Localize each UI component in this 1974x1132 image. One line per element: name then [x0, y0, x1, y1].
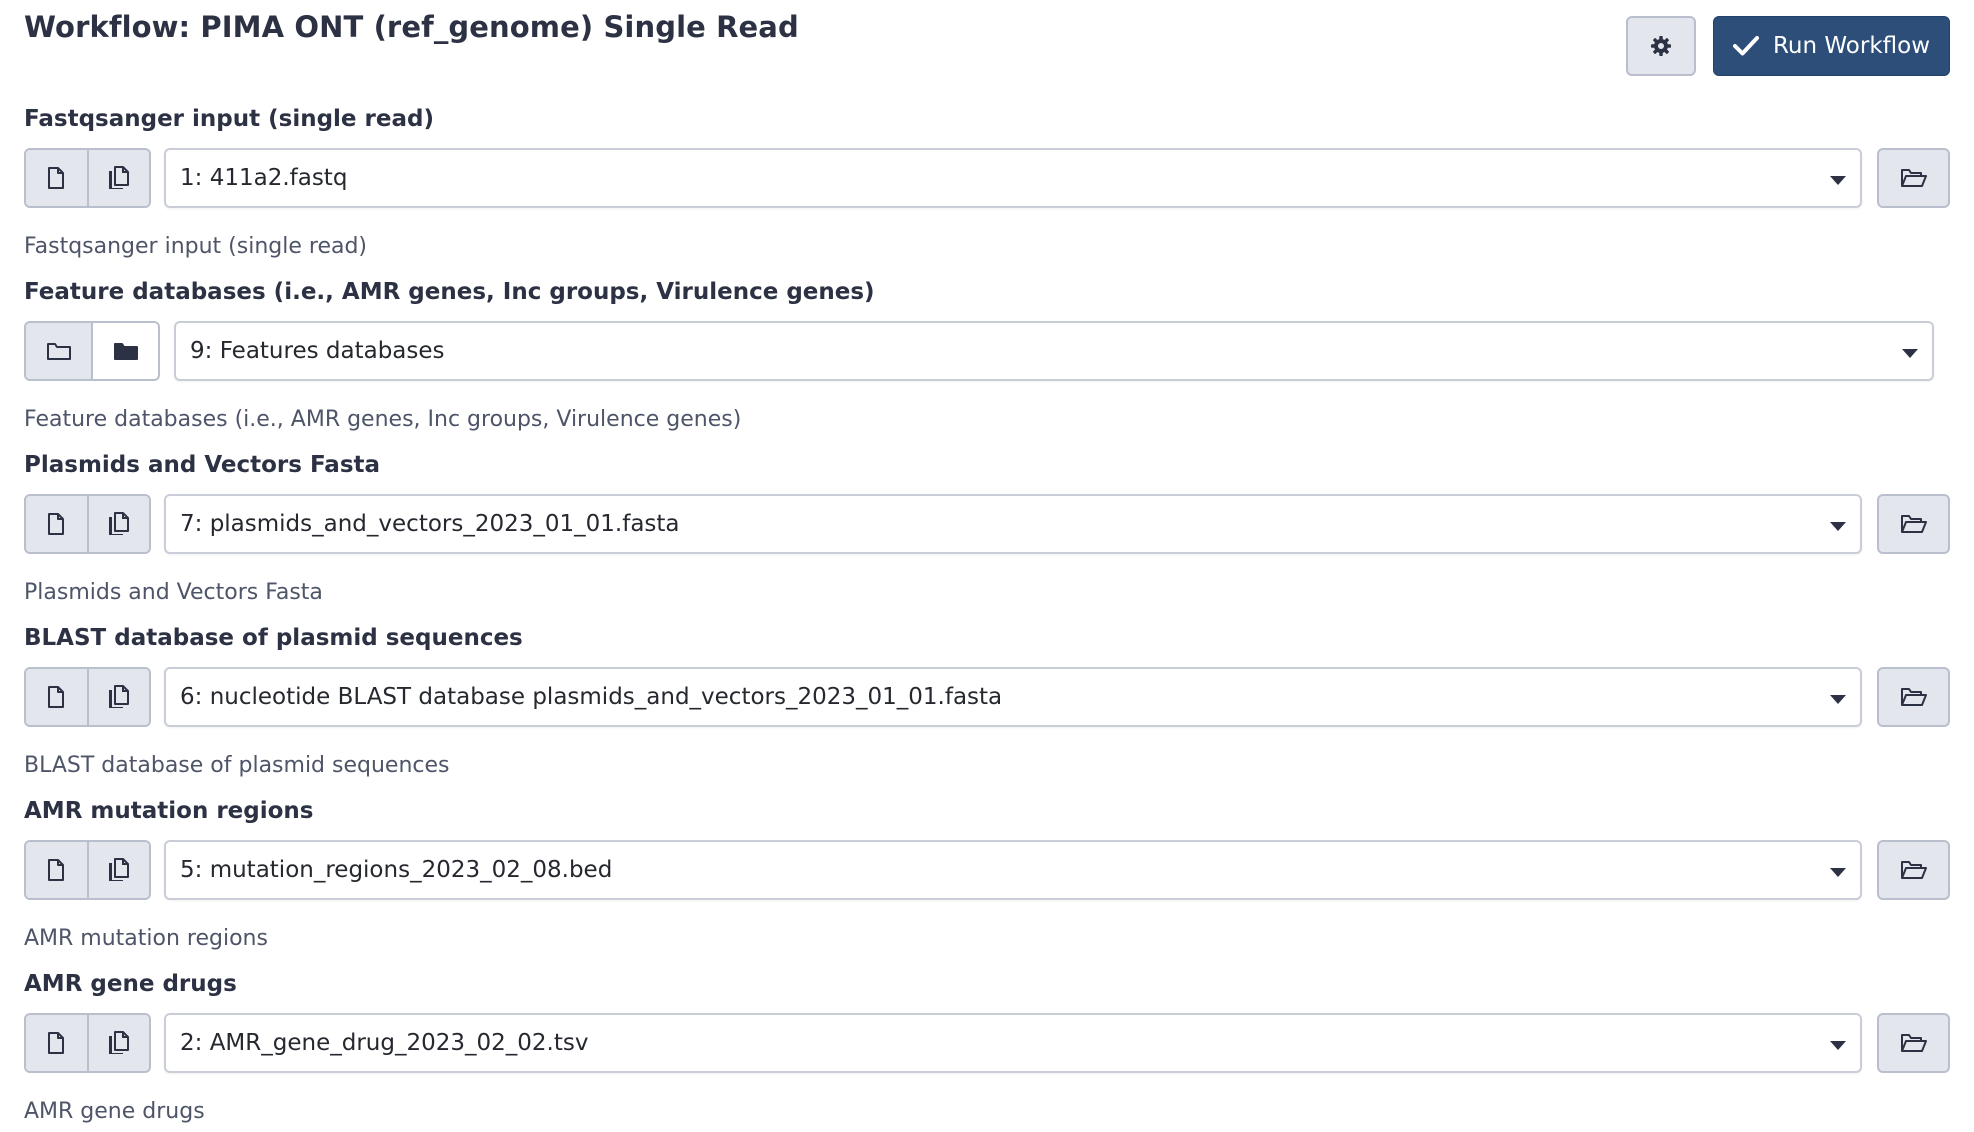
field-label: Fastqsanger input (single read) — [24, 106, 434, 132]
folder-icon — [46, 341, 72, 361]
input-mode-toggle — [24, 840, 151, 900]
dataset-select[interactable]: 6: nucleotide BLAST database plasmids_an… — [164, 667, 1862, 727]
field-help-text: AMR mutation regions — [24, 926, 268, 951]
workflow-input-field: Fastqsanger input (single read) 1: 411a2… — [24, 96, 1950, 269]
multiple-datasets-button[interactable] — [86, 150, 149, 206]
chevron-down-icon — [1830, 1041, 1846, 1050]
run-workflow-label: Run Workflow — [1772, 33, 1931, 59]
single-collection-button[interactable] — [26, 323, 91, 379]
selected-dataset: 5: mutation_regions_2023_02_08.bed — [180, 857, 613, 883]
file-icon — [47, 686, 65, 708]
browse-datasets-button[interactable] — [1877, 840, 1950, 900]
workflow-input-field: Feature databases (i.e., AMR genes, Inc … — [24, 269, 1950, 442]
field-label: AMR gene drugs — [24, 971, 237, 997]
files-icon — [108, 512, 130, 536]
dataset-select[interactable]: 1: 411a2.fastq — [164, 148, 1862, 208]
gear-icon — [1649, 34, 1673, 58]
multiple-datasets-button[interactable] — [86, 669, 149, 725]
input-mode-toggle — [24, 321, 160, 381]
multiple-datasets-button[interactable] — [86, 496, 149, 552]
folder-open-icon — [1900, 167, 1928, 189]
folder-open-icon — [1900, 686, 1928, 708]
file-icon — [47, 1032, 65, 1054]
selected-dataset: 1: 411a2.fastq — [180, 165, 348, 191]
files-icon — [108, 166, 130, 190]
multiple-collections-button[interactable] — [91, 323, 158, 379]
dataset-select[interactable]: 7: plasmids_and_vectors_2023_01_01.fasta — [164, 494, 1862, 554]
dataset-select[interactable]: 2: AMR_gene_drug_2023_02_02.tsv — [164, 1013, 1862, 1073]
selected-collection: 9: Features databases — [190, 338, 445, 364]
page-title: Workflow: PIMA ONT (ref_genome) Single R… — [24, 10, 799, 44]
workflow-input-field: AMR mutation regions 5: mutation_regions… — [24, 788, 1950, 961]
browse-datasets-button[interactable] — [1877, 494, 1950, 554]
field-label: AMR mutation regions — [24, 798, 314, 824]
collection-select[interactable]: 9: Features databases — [174, 321, 1934, 381]
single-dataset-button[interactable] — [26, 669, 87, 725]
browse-datasets-button[interactable] — [1877, 148, 1950, 208]
multiple-datasets-button[interactable] — [86, 842, 149, 898]
selected-dataset: 2: AMR_gene_drug_2023_02_02.tsv — [180, 1030, 589, 1056]
file-icon — [47, 167, 65, 189]
browse-datasets-button[interactable] — [1877, 667, 1950, 727]
folder-open-icon — [1900, 859, 1928, 881]
single-dataset-button[interactable] — [26, 150, 87, 206]
dataset-select[interactable]: 5: mutation_regions_2023_02_08.bed — [164, 840, 1862, 900]
multiple-datasets-button[interactable] — [86, 1015, 149, 1071]
single-dataset-button[interactable] — [26, 1015, 87, 1071]
chevron-down-icon — [1902, 349, 1918, 358]
selected-dataset: 7: plasmids_and_vectors_2023_01_01.fasta — [180, 511, 680, 537]
folder-open-icon — [1900, 513, 1928, 535]
workflow-input-field: Plasmids and Vectors Fasta 7: plasmids_a… — [24, 442, 1950, 615]
field-help-text: Fastqsanger input (single read) — [24, 234, 368, 259]
folder-open-icon — [1900, 1032, 1928, 1054]
selected-dataset: 6: nucleotide BLAST database plasmids_an… — [180, 684, 1003, 710]
field-help-text: Feature databases (i.e., AMR genes, Inc … — [24, 407, 742, 432]
workflow-header: Workflow: PIMA ONT (ref_genome) Single R… — [24, 0, 1950, 96]
run-workflow-button[interactable]: Run Workflow — [1713, 16, 1950, 76]
chevron-down-icon — [1830, 522, 1846, 531]
files-icon — [108, 685, 130, 709]
single-dataset-button[interactable] — [26, 842, 87, 898]
input-mode-toggle — [24, 667, 151, 727]
input-mode-toggle — [24, 1013, 151, 1073]
input-mode-toggle — [24, 494, 151, 554]
check-icon — [1732, 35, 1759, 57]
folder-filled-icon — [113, 341, 139, 361]
workflow-run-form: Workflow: PIMA ONT (ref_genome) Single R… — [0, 0, 1974, 1132]
field-label: Plasmids and Vectors Fasta — [24, 452, 381, 478]
field-label: BLAST database of plasmid sequences — [24, 625, 523, 651]
single-dataset-button[interactable] — [26, 496, 87, 552]
chevron-down-icon — [1830, 176, 1846, 185]
workflow-input-field: AMR gene drugs 2: AMR_gene_drug_2023_02_… — [24, 961, 1950, 1132]
field-label: Feature databases (i.e., AMR genes, Inc … — [24, 279, 875, 305]
field-help-text: BLAST database of plasmid sequences — [24, 753, 450, 778]
files-icon — [108, 1031, 130, 1055]
browse-datasets-button[interactable] — [1877, 1013, 1950, 1073]
workflow-input-field: BLAST database of plasmid sequences 6: n… — [24, 615, 1950, 788]
file-icon — [47, 513, 65, 535]
chevron-down-icon — [1830, 695, 1846, 704]
file-icon — [47, 859, 65, 881]
field-help-text: Plasmids and Vectors Fasta — [24, 580, 323, 605]
chevron-down-icon — [1830, 868, 1846, 877]
field-help-text: AMR gene drugs — [24, 1099, 205, 1124]
settings-button[interactable] — [1626, 16, 1696, 76]
input-mode-toggle — [24, 148, 151, 208]
files-icon — [108, 858, 130, 882]
